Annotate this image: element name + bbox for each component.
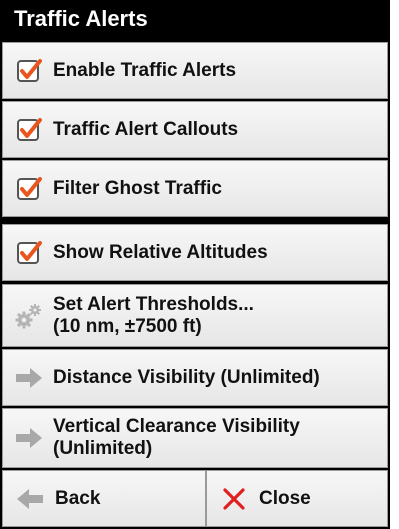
footer-bar: Back Close xyxy=(2,470,388,527)
page-title: Traffic Alerts xyxy=(0,0,390,38)
enable-traffic-alerts-toggle[interactable]: Enable Traffic Alerts xyxy=(2,42,388,99)
show-relative-altitudes-toggle[interactable]: Show Relative Altitudes xyxy=(2,224,388,281)
arrow-right-icon xyxy=(15,424,43,452)
menu-item-label: Distance Visibility (Unlimited) xyxy=(53,366,320,388)
traffic-alerts-screen: Traffic Alerts Enable Traffic Alerts Tra… xyxy=(0,0,390,529)
vertical-clearance-visibility-button[interactable]: Vertical Clearance Visibility (Unlimited… xyxy=(2,408,388,468)
arrow-left-icon xyxy=(15,487,45,511)
checkbox-checked-icon xyxy=(15,239,43,267)
set-alert-thresholds-button[interactable]: Set Alert Thresholds... (10 nm, ±7500 ft… xyxy=(2,284,388,347)
checkbox-checked-icon xyxy=(15,175,43,203)
close-button-label: Close xyxy=(259,487,311,509)
traffic-alert-callouts-toggle[interactable]: Traffic Alert Callouts xyxy=(2,101,388,158)
checkbox-checked-icon xyxy=(15,116,43,144)
back-button-label: Back xyxy=(55,487,101,509)
menu-item-label: Enable Traffic Alerts xyxy=(53,59,237,81)
distance-visibility-button[interactable]: Distance Visibility (Unlimited) xyxy=(2,349,388,406)
close-button[interactable]: Close xyxy=(206,470,388,527)
back-button[interactable]: Back xyxy=(2,470,206,527)
checkbox-checked-icon xyxy=(15,57,43,85)
menu-item-label: Vertical Clearance Visibility (Unlimited… xyxy=(53,416,300,459)
filter-ghost-traffic-toggle[interactable]: Filter Ghost Traffic xyxy=(2,160,388,217)
gears-icon xyxy=(15,302,43,330)
menu-item-label: Set Alert Thresholds... (10 nm, ±7500 ft… xyxy=(53,293,254,337)
menu-item-label: Traffic Alert Callouts xyxy=(53,118,239,140)
menu-item-label: Filter Ghost Traffic xyxy=(53,177,222,199)
arrow-right-icon xyxy=(15,364,43,392)
close-x-icon xyxy=(219,487,249,511)
menu-item-label: Show Relative Altitudes xyxy=(53,241,268,263)
